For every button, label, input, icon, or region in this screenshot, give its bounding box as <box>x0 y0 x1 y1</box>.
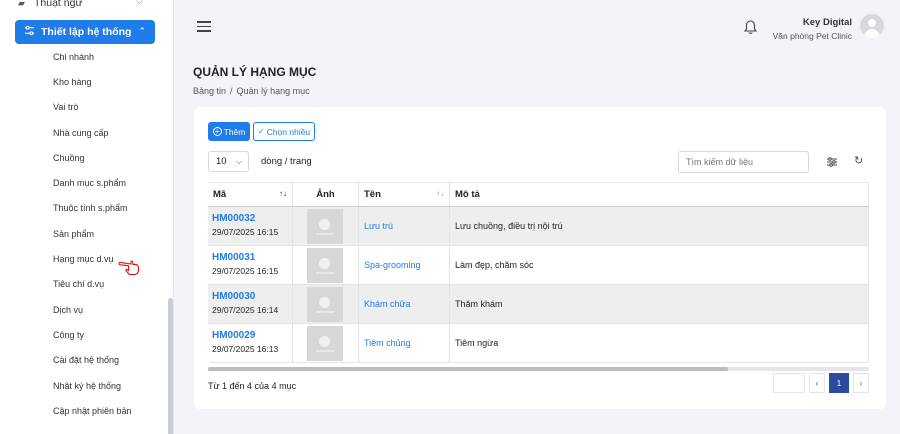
table-row[interactable]: HM00029 29/07/2025 16:13 Tiêm chủng Tiêm … <box>208 324 869 363</box>
row-date: 29/07/2025 16:14 <box>212 305 279 315</box>
row-date: 29/07/2025 16:15 <box>212 266 279 276</box>
row-code-link[interactable]: HM00030 <box>212 291 292 302</box>
hand-pointer-cursor-icon <box>118 260 140 276</box>
top-header: Key Digital Văn phòng Pet Clinic <box>175 0 900 55</box>
row-name-link[interactable]: Lưu trú <box>359 207 450 245</box>
sidebar-item-danh-muc-san-pham[interactable]: Danh mục s.phẩm <box>0 170 168 195</box>
sidebar-item-thuat-ngu[interactable]: ▰ Thuật ngữ ⌵ <box>18 0 143 12</box>
row-name-link[interactable]: Tiêm chủng <box>359 324 450 362</box>
row-code-link[interactable]: HM00032 <box>212 213 292 224</box>
sidebar-item-dich-vu[interactable]: Dịch vụ <box>0 297 168 322</box>
row-name-link[interactable]: Spa-grooming <box>359 246 450 284</box>
sidebar-item-cap-nhat-phien-ban[interactable]: Cập nhật phiên bản <box>0 398 168 423</box>
add-button-label: Thêm <box>223 126 246 137</box>
breadcrumb: Bảng tin / Quản lý hạng mục <box>193 86 310 96</box>
sort-icon[interactable]: ↑↓ <box>436 189 444 198</box>
row-thumbnail <box>307 326 343 361</box>
table-horizontal-scrollbar[interactable] <box>208 367 869 371</box>
table-header: Mã ↑↓ Ảnh Tên ↑↓ Mô tả <box>208 182 869 207</box>
sidebar-item-thuoc-tinh-san-pham[interactable]: Thuộc tính s.phẩm <box>0 196 168 221</box>
row-code-link[interactable]: HM00031 <box>212 252 292 263</box>
plus-circle-icon: + <box>212 127 222 136</box>
sidebar-item-label: Thiết lập hệ thống <box>41 26 132 38</box>
row-code-link[interactable]: HM00029 <box>212 330 292 341</box>
filter-sliders-icon[interactable] <box>826 156 838 171</box>
select-multiple-label: Chọn nhiều <box>266 126 311 137</box>
row-description: Tiêm ngừa <box>450 324 869 362</box>
bell-icon[interactable] <box>743 20 758 38</box>
page-size-label: dòng / trang <box>261 156 312 167</box>
column-header-code[interactable]: Mã ↑↓ <box>208 183 293 206</box>
table-row[interactable]: HM00030 29/07/2025 16:14 Khám chữa Thăm k… <box>208 285 869 324</box>
sidebar-item-label: Thuật ngữ <box>34 0 83 9</box>
sidebar-item-nhat-ky-he-thong[interactable]: Nhật ký hệ thống <box>0 373 168 398</box>
row-description: Lưu chuồng, điều trị nội trú <box>450 207 869 245</box>
pagination-first-button[interactable] <box>773 373 805 393</box>
chevron-up-icon: ⌃ <box>138 26 146 36</box>
pagination-next-button[interactable]: › <box>853 373 869 393</box>
category-table: Mã ↑↓ Ảnh Tên ↑↓ Mô tả HM00032 29/07/2025 1… <box>208 182 869 363</box>
hamburger-menu-icon[interactable] <box>197 21 211 32</box>
table-row[interactable]: HM00031 29/07/2025 16:15 Spa-grooming Làm… <box>208 246 869 285</box>
sidebar-item-chi-nhanh[interactable]: Chi nhánh <box>0 44 168 69</box>
sidebar-item-cong-ty[interactable]: Công ty <box>0 322 168 347</box>
avatar[interactable] <box>860 14 884 38</box>
row-description: Làm đẹp, chăm sóc <box>450 246 869 284</box>
column-header-image: Ảnh <box>293 183 359 206</box>
page-title: QUẢN LÝ HẠNG MỤC <box>193 65 317 79</box>
row-description: Thăm khám <box>450 285 869 323</box>
row-date: 29/07/2025 16:13 <box>212 344 279 354</box>
column-header-name[interactable]: Tên ↑↓ <box>359 183 450 206</box>
sidebar: ▰ Thuật ngữ ⌵ Thiết lập hệ thống ⌃ Chi n… <box>0 0 174 434</box>
breadcrumb-separator: / <box>230 86 233 96</box>
breadcrumb-home-link[interactable]: Bảng tin <box>193 86 226 96</box>
row-thumbnail <box>307 209 343 244</box>
settings-sliders-icon <box>24 25 35 39</box>
refresh-icon[interactable]: ↻ <box>854 154 863 167</box>
row-thumbnail <box>307 287 343 322</box>
row-thumbnail <box>307 248 343 283</box>
sidebar-item-chuong[interactable]: Chuồng <box>0 145 168 170</box>
sidebar-scrollbar[interactable] <box>168 298 173 434</box>
check-icon: ✓ <box>257 127 265 136</box>
pagination-page-1[interactable]: 1 <box>829 373 849 393</box>
add-button[interactable]: + Thêm <box>208 122 250 141</box>
sidebar-item-vai-tro[interactable]: Vai trò <box>0 95 168 120</box>
sidebar-item-thiet-lap-he-thong[interactable]: Thiết lập hệ thống ⌃ <box>15 20 155 44</box>
select-multiple-button[interactable]: ✓ Chọn nhiều <box>253 122 315 141</box>
sort-icon[interactable]: ↑↓ <box>279 189 287 198</box>
page-size-select[interactable]: 10 ⌵ <box>208 151 249 172</box>
chevron-down-icon: ⌵ <box>136 0 143 6</box>
chevron-down-icon: ⌵ <box>235 157 242 166</box>
category-list-card: + Thêm ✓ Chọn nhiều 10 ⌵ dòng / trang ↻ … <box>194 107 886 409</box>
breadcrumb-current: Quản lý hạng mục <box>236 86 310 96</box>
sidebar-item-kho-hang[interactable]: Kho hàng <box>0 69 168 94</box>
column-header-description: Mô tả <box>450 183 869 206</box>
sidebar-item-cai-dat-he-thong[interactable]: Cài đặt hệ thống <box>0 348 168 373</box>
sidebar-item-nha-cung-cap[interactable]: Nhà cung cấp <box>0 120 168 145</box>
sidebar-item-san-pham[interactable]: Sản phẩm <box>0 221 168 246</box>
pagination-summary: Từ 1 đến 4 của 4 mục <box>208 381 297 391</box>
book-icon: ▰ <box>18 0 25 8</box>
pagination: ‹ 1 › <box>773 373 869 393</box>
row-name-link[interactable]: Khám chữa <box>359 285 450 323</box>
sidebar-item-hang-muc-dich-vu[interactable]: Hạng mục d.vụ <box>0 246 168 271</box>
page-size-value: 10 <box>216 156 227 167</box>
sidebar-item-tieu-chi-dich-vu[interactable]: Tiêu chí d.vụ <box>0 272 168 297</box>
user-name[interactable]: Key Digital <box>803 17 852 28</box>
user-org: Văn phòng Pet Clinic <box>772 31 852 41</box>
table-row[interactable]: HM00032 29/07/2025 16:15 Lưu trú Lưu chuồ… <box>208 207 869 246</box>
row-date: 29/07/2025 16:15 <box>212 227 279 237</box>
pagination-prev-button[interactable]: ‹ <box>809 373 825 393</box>
sidebar-submenu: Chi nhánh Kho hàng Vai trò Nhà cung cấp … <box>0 44 168 423</box>
search-input[interactable] <box>678 151 809 173</box>
